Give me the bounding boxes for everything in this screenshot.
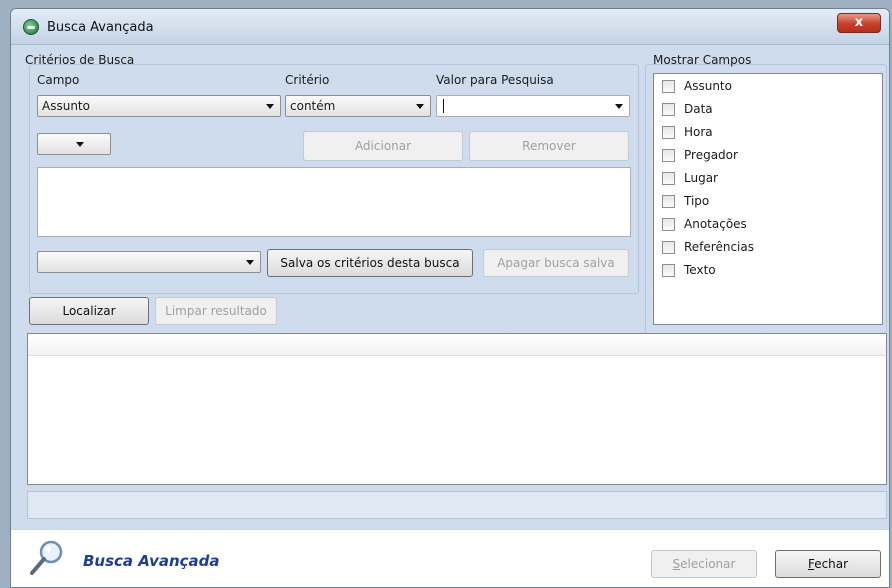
- checkbox-box[interactable]: [662, 195, 675, 208]
- saved-search-select[interactable]: [37, 251, 261, 273]
- checkbox-label: Lugar: [684, 171, 718, 185]
- chevron-down-icon: [266, 104, 274, 109]
- campo-select[interactable]: Assunto: [37, 95, 281, 117]
- selecionar-rest: elecionar: [680, 557, 736, 571]
- window-title: Busca Avançada: [47, 20, 154, 35]
- checkbox-label: Pregador: [684, 148, 738, 162]
- status-bar: [27, 491, 887, 519]
- busca-avancada-window: Busca Avançada x Critérios de Busca Camp…: [10, 8, 890, 588]
- connector-select[interactable]: [37, 133, 111, 155]
- chevron-down-icon: [615, 104, 623, 109]
- chevron-down-icon: [76, 142, 84, 147]
- app-icon: [23, 19, 39, 35]
- checkbox-label: Hora: [684, 125, 713, 139]
- footer-panel: Busca Avançada Selecionar Fechar: [11, 529, 889, 587]
- footer-title: Busca Avançada: [83, 552, 220, 570]
- checkbox-label: Assunto: [684, 79, 732, 93]
- criterio-select-value: contém: [290, 99, 336, 113]
- campo-label: Campo: [37, 73, 80, 87]
- checkbox-box[interactable]: [662, 218, 675, 231]
- criteria-list-box[interactable]: [37, 167, 631, 237]
- text-caret: [443, 99, 444, 113]
- close-button[interactable]: x: [837, 13, 881, 33]
- chevron-down-icon: [416, 104, 424, 109]
- valor-pesquisa-input[interactable]: [436, 95, 630, 117]
- mostrar-campos-list: Assunto Data Hora Pregador Lugar Tipo An…: [653, 73, 883, 325]
- criterio-label: Critério: [285, 73, 330, 87]
- criterio-select[interactable]: contém: [285, 95, 431, 117]
- checkbox-box[interactable]: [662, 80, 675, 93]
- checkbox-box[interactable]: [662, 241, 675, 254]
- localizar-button[interactable]: Localizar: [29, 297, 149, 325]
- title-bar[interactable]: Busca Avançada x: [11, 9, 889, 45]
- mostrar-campos-title: Mostrar Campos: [653, 53, 752, 67]
- checkbox-label: Data: [684, 102, 713, 116]
- checkbox-box[interactable]: [662, 103, 675, 116]
- criteria-group-title: Critérios de Busca: [25, 53, 135, 67]
- checkbox-box[interactable]: [662, 126, 675, 139]
- checkbox-box[interactable]: [662, 172, 675, 185]
- chevron-down-icon: [246, 260, 254, 265]
- checkbox-box[interactable]: [662, 149, 675, 162]
- checkbox-label: Referências: [684, 240, 754, 254]
- results-header: [28, 334, 886, 356]
- fechar-button[interactable]: Fechar: [775, 550, 881, 578]
- apagar-busca-button[interactable]: Apagar busca salva: [483, 249, 629, 277]
- remover-button[interactable]: Remover: [469, 131, 629, 161]
- salva-criterios-button[interactable]: Salva os critérios desta busca: [267, 249, 473, 277]
- magnifier-icon: [30, 540, 63, 575]
- limpar-resultado-button[interactable]: Limpar resultado: [155, 297, 277, 325]
- fechar-rest: echar: [814, 557, 849, 571]
- checkbox-label: Anotações: [684, 217, 747, 231]
- campo-select-value: Assunto: [42, 99, 90, 113]
- checkbox-label: Texto: [684, 263, 716, 277]
- valor-pesquisa-value: [441, 99, 447, 113]
- results-grid[interactable]: [27, 333, 887, 485]
- checkbox-label: Tipo: [684, 194, 710, 208]
- adicionar-button[interactable]: Adicionar: [303, 131, 463, 161]
- valor-label: Valor para Pesquisa: [436, 73, 554, 87]
- checkbox-box[interactable]: [662, 264, 675, 277]
- selecionar-button[interactable]: Selecionar: [651, 550, 757, 578]
